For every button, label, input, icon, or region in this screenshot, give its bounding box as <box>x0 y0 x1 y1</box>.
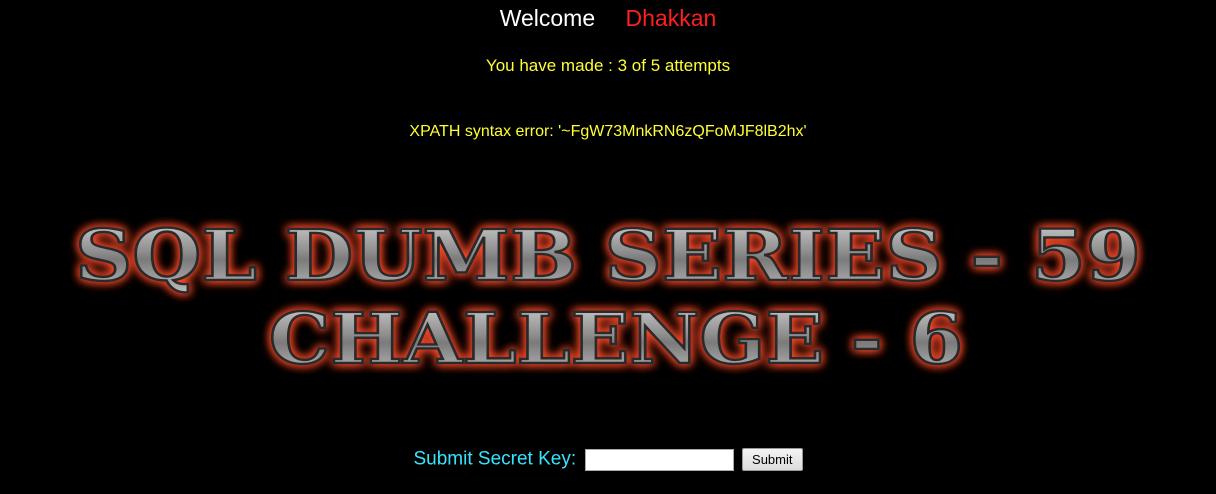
welcome-text: Welcome <box>499 5 596 31</box>
xpath-error-message: XPATH syntax error: '~FgW73MnkRN6zQFoMJF… <box>409 123 807 140</box>
banner-line-1: SQL DUMB SERIES - 59 <box>75 214 1141 297</box>
submit-button[interactable]: Submit <box>742 448 803 471</box>
username: Dhakkan <box>625 5 717 31</box>
secret-key-form: Submit Secret Key: Submit <box>0 448 1216 471</box>
challenge-banner: SQL DUMB SERIES - 59 CHALLENGE - 6 <box>60 200 1156 390</box>
welcome-header: Welcome Dhakkan <box>0 4 1216 32</box>
banner-line-2: CHALLENGE - 6 <box>269 297 963 380</box>
secret-key-label: Submit Secret Key: <box>413 448 577 470</box>
secret-key-input[interactable] <box>584 448 734 471</box>
attempts-status: You have made : 3 of 5 attempts <box>485 56 731 75</box>
